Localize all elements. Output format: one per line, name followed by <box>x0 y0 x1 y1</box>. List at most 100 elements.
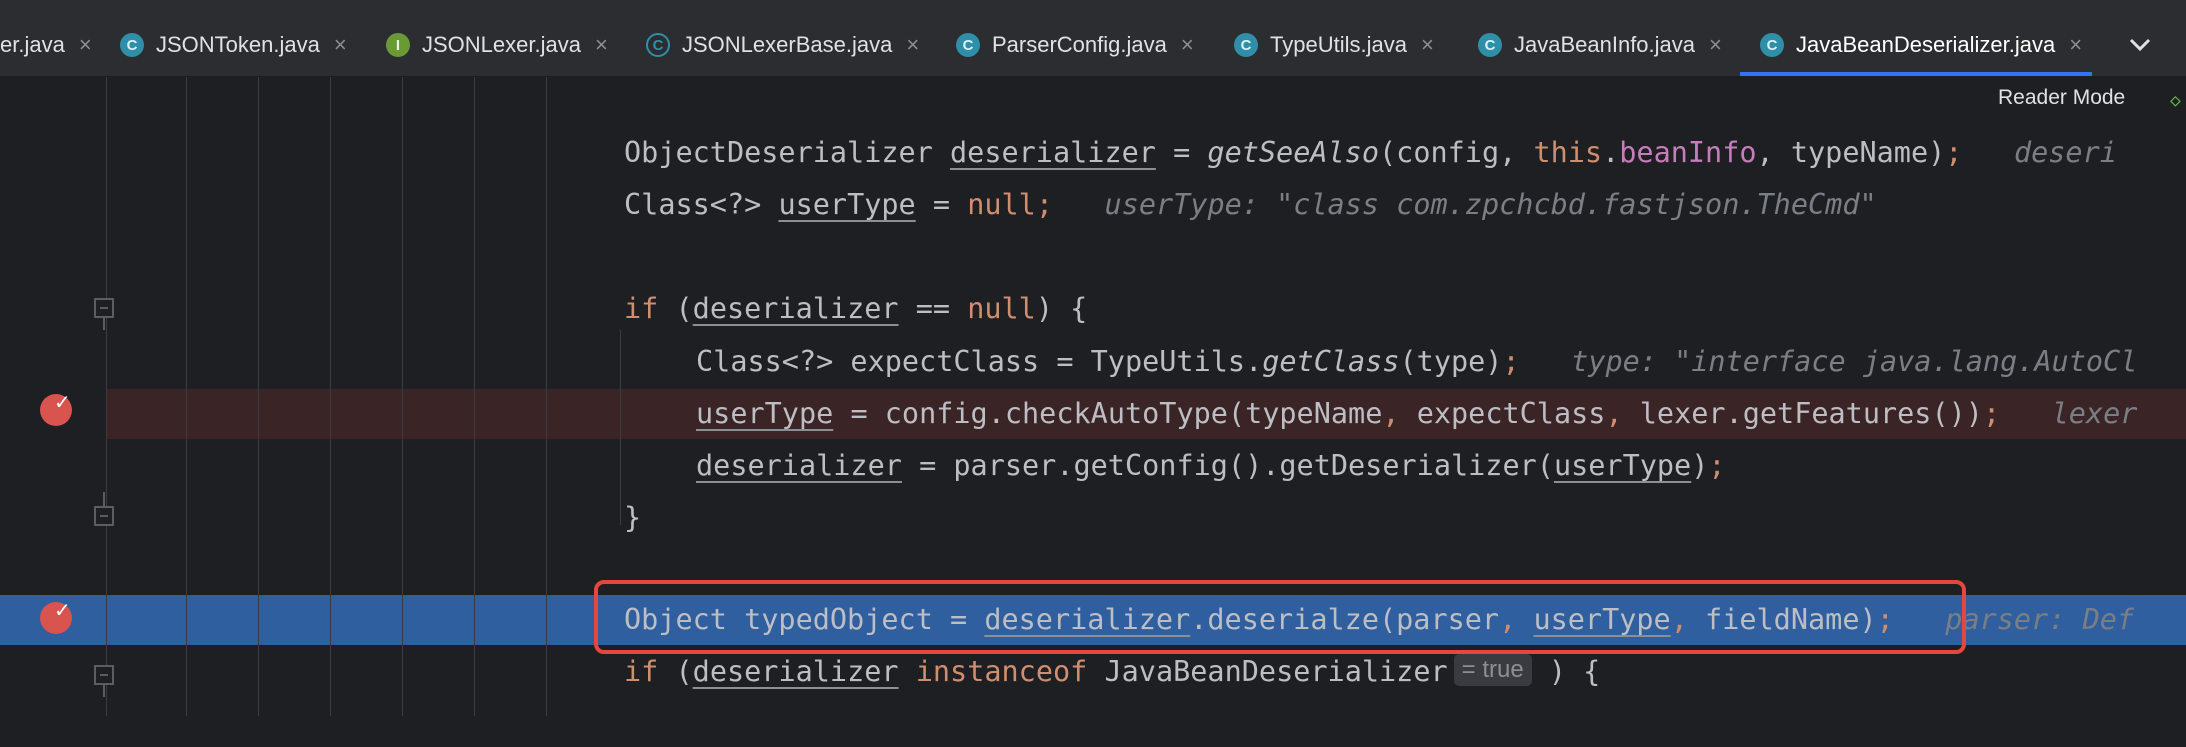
code-token: ) <box>1691 449 1709 482</box>
code-token: deserializer <box>692 655 899 688</box>
abstract-class-icon: C <box>646 33 670 57</box>
code-token: lexer.getFeatures()) <box>1622 397 1983 430</box>
chevron-down-icon <box>2129 38 2151 52</box>
code-line-2[interactable]: Class<?> userType = null; userType: "cla… <box>106 180 2186 230</box>
interface-icon: I <box>386 33 410 57</box>
debug-value-hint: type: "interface java.lang.AutoCl <box>1571 345 2138 378</box>
code-token: = <box>1155 136 1208 169</box>
code-token: null <box>967 188 1036 221</box>
close-icon[interactable]: × <box>595 32 608 58</box>
code-line-6[interactable]: deserializer = parser.getConfig().getDes… <box>106 441 2186 491</box>
code-token: JavaBeanDeserializer <box>1087 655 1448 688</box>
code-token: ; <box>1876 603 1894 636</box>
code-token: , <box>1499 603 1517 636</box>
reader-mode-button[interactable]: Reader Mode <box>1998 86 2125 110</box>
fold-tail <box>103 492 105 506</box>
close-icon[interactable]: × <box>79 32 92 58</box>
close-icon[interactable]: × <box>906 32 919 58</box>
tab-label: ParserConfig.java <box>992 32 1167 57</box>
code-token: (config, <box>1379 136 1534 169</box>
tab-er-java[interactable]: er.java × <box>0 14 92 76</box>
code-token: if <box>624 655 659 688</box>
code-token: , <box>1605 397 1623 430</box>
code-token: , <box>1670 603 1688 636</box>
tab-label: er.java <box>0 32 65 57</box>
tab-label: JSONLexerBase.java <box>682 32 893 57</box>
code-token: ObjectDeserializer <box>624 136 951 169</box>
code-token: .deserialze(parser <box>1190 603 1500 636</box>
code-token: fieldName) <box>1687 603 1877 636</box>
code-token: userType <box>778 188 916 221</box>
code-token: ; <box>1035 188 1054 221</box>
breakpoint-check-icon: ✓ <box>54 598 71 622</box>
tab-jsontoken-java[interactable]: C JSONToken.java × <box>120 14 347 76</box>
title-bar <box>0 0 2186 14</box>
code-token: ) { <box>1531 655 1601 688</box>
close-icon[interactable]: × <box>1181 32 1194 58</box>
editor-tab-bar: er.java × C JSONToken.java × I JSONLexer… <box>0 14 2186 77</box>
fold-tail <box>103 683 105 697</box>
code-line-3[interactable]: if (deserializer == null) { <box>106 284 2186 334</box>
class-icon: C <box>1234 33 1258 57</box>
code-line-5[interactable]: userType = config.checkAutoType(typeName… <box>106 389 2186 439</box>
code-token: = <box>915 188 968 221</box>
tab-javabeaninfo-java[interactable]: C JavaBeanInfo.java × <box>1478 14 1722 76</box>
code-token: deserializer <box>692 292 899 325</box>
code-token: , <box>1382 397 1400 430</box>
tab-jsonlexerbase-java[interactable]: C JSONLexerBase.java × <box>646 14 919 76</box>
code-line-8-current[interactable]: Object typedObject = deserializer.deseri… <box>106 595 2186 645</box>
code-line-4[interactable]: Class<?> expectClass = TypeUtils.getClas… <box>106 337 2186 387</box>
code-token: Class<?> expectClass = TypeUtils. <box>696 345 1263 378</box>
check-marker-icon: ◇ <box>2170 90 2181 111</box>
code-token: getClass <box>1262 345 1400 378</box>
code-token: . <box>1602 136 1620 169</box>
code-token: null <box>967 292 1036 325</box>
class-icon: C <box>1760 33 1784 57</box>
class-icon: C <box>120 33 144 57</box>
tab-label: JavaBeanInfo.java <box>1514 32 1696 57</box>
tab-label: TypeUtils.java <box>1270 32 1407 57</box>
code-token: if <box>624 292 659 325</box>
code-token: getSeeAlso <box>1207 136 1379 169</box>
code-token: ) { <box>1035 292 1088 325</box>
debug-value-hint: parser: Def <box>1945 603 2135 636</box>
breakpoint-check-icon: ✓ <box>54 390 71 414</box>
code-token: Object typedObject = <box>624 603 985 636</box>
debug-value-hint: lexer <box>2051 397 2138 430</box>
active-tab-indicator <box>1740 72 2092 76</box>
code-token: deserializer <box>950 136 1156 169</box>
tab-parserconfig-java[interactable]: C ParserConfig.java × <box>956 14 1194 76</box>
code-token: expectClass <box>1399 397 1606 430</box>
tab-label: JSONToken.java <box>156 32 320 57</box>
close-icon[interactable]: × <box>334 32 347 58</box>
code-line-9[interactable]: if (deserializer instanceof JavaBeanDese… <box>106 647 2186 697</box>
code-token: ( <box>658 655 693 688</box>
code-token: == <box>898 292 968 325</box>
tab-label: JavaBeanDeserializer.java <box>1796 32 2056 57</box>
class-icon: C <box>956 33 980 57</box>
code-token: , typeName) <box>1756 136 1946 169</box>
debug-value-hint: userType: "class com.zpchcbd.fastjson.Th… <box>1104 188 1877 221</box>
tab-javabeandeserializer-java[interactable]: C JavaBeanDeserializer.java × <box>1760 14 2082 76</box>
code-line-1[interactable]: ObjectDeserializer deserializer = getSee… <box>106 128 2186 178</box>
code-token: (type) <box>1399 345 1503 378</box>
code-line-7[interactable]: } <box>106 493 2186 543</box>
code-token: = config.checkAutoType(typeName <box>833 397 1383 430</box>
code-token: userType <box>1533 603 1671 636</box>
code-token: this <box>1533 136 1603 169</box>
tab-overflow-button[interactable] <box>2120 14 2160 76</box>
code-token: userType <box>1553 449 1692 482</box>
code-token: = parser.getConfig().getDeserializer( <box>901 449 1554 482</box>
tab-label: JSONLexer.java <box>422 32 581 57</box>
close-icon[interactable]: × <box>1709 32 1722 58</box>
tab-typeutils-java[interactable]: C TypeUtils.java × <box>1234 14 1434 76</box>
tab-jsonlexer-java[interactable]: I JSONLexer.java × <box>386 14 608 76</box>
close-icon[interactable]: × <box>2069 32 2082 58</box>
inlay-value-hint: = true <box>1453 654 1532 686</box>
close-icon[interactable]: × <box>1421 32 1434 58</box>
code-token: } <box>624 501 642 534</box>
code-token: ; <box>1982 397 2001 430</box>
fold-tail <box>103 316 105 330</box>
code-token: beanInfo <box>1619 136 1757 169</box>
